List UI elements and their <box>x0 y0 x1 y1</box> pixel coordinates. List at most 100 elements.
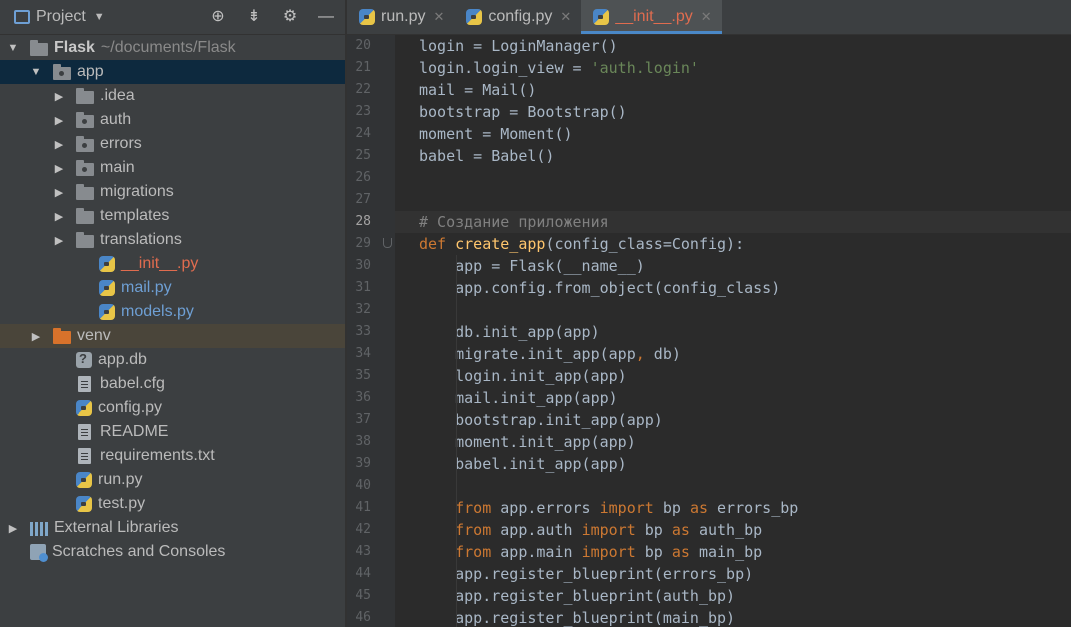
python-file-icon <box>99 280 115 296</box>
collapsed-arrow-icon[interactable]: ▶ <box>52 210 66 223</box>
collapsed-arrow-icon[interactable]: ▶ <box>52 114 66 127</box>
tree-item[interactable]: ▶ migrations <box>0 180 345 204</box>
code-editor[interactable]: 20 login = LoginManager() 21 login.login_vi… <box>347 35 1071 627</box>
code-line[interactable]: 22 mail = Mail() <box>355 79 1071 101</box>
code-line[interactable]: 45 app.register_blueprint(auth_bp) <box>355 585 1071 607</box>
folder-icon <box>76 184 94 200</box>
code-text: moment.init_app(app) <box>419 431 636 453</box>
editor-tab[interactable]: __init__.py ✕ <box>581 0 722 34</box>
code-line[interactable]: 21 login.login_view = 'auth.login' <box>355 57 1071 79</box>
code-line[interactable]: 27 <box>355 189 1071 211</box>
tree-item[interactable]: ▶ auth <box>0 108 345 132</box>
close-icon[interactable]: ✕ <box>560 9 571 25</box>
fold-marker-icon[interactable] <box>383 238 392 248</box>
code-token: db) <box>644 345 681 363</box>
tree-item[interactable]: ▶ translations <box>0 228 345 252</box>
collapsed-arrow-icon[interactable]: ▶ <box>52 138 66 151</box>
expanded-arrow-icon[interactable]: ▼ <box>6 42 20 54</box>
tree-item[interactable]: mail.py <box>0 276 345 300</box>
tree-item[interactable]: Scratches and Consoles <box>0 540 345 564</box>
expanded-arrow-icon[interactable]: ▼ <box>29 66 43 78</box>
text-file-icon <box>78 424 91 440</box>
code-line[interactable]: 44 app.register_blueprint(errors_bp) <box>355 563 1071 585</box>
collapsed-arrow-icon[interactable]: ▶ <box>52 234 66 247</box>
code-line[interactable]: 23 bootstrap = Bootstrap() <box>355 101 1071 123</box>
tree-item[interactable]: ▶ .idea <box>0 84 345 108</box>
code-line[interactable]: 29 def create_app(config_class=Config): <box>355 233 1071 255</box>
code-line[interactable]: 24 moment = Moment() <box>355 123 1071 145</box>
tree-item[interactable]: config.py <box>0 396 345 420</box>
tree-item[interactable]: ▼ Flask ~/documents/Flask <box>0 36 345 60</box>
tree-item[interactable]: ▶ main <box>0 156 345 180</box>
code-line[interactable]: 26 <box>355 167 1071 189</box>
tree-item[interactable]: app.db <box>0 348 345 372</box>
tree-item[interactable]: README <box>0 420 345 444</box>
tree-item[interactable]: ▶ venv <box>0 324 345 348</box>
project-toolbar: ⊕ ⇟ ⚙ — <box>209 0 335 34</box>
collapsed-arrow-icon[interactable]: ▶ <box>52 162 66 175</box>
tree-item-label: main <box>100 159 135 176</box>
tree-item[interactable]: babel.cfg <box>0 372 345 396</box>
code-line[interactable]: 42 from app.auth import bp as auth_bp <box>355 519 1071 541</box>
code-line[interactable]: 38 moment.init_app(app) <box>355 431 1071 453</box>
code-token: app = Flask(__name__) <box>419 257 645 275</box>
tree-item-label: __init__.py <box>121 255 199 272</box>
tree-item[interactable]: ▶ templates <box>0 204 345 228</box>
tree-item[interactable]: run.py <box>0 468 345 492</box>
chevron-down-icon[interactable]: ▼ <box>94 11 105 23</box>
code-token: app.register_blueprint(main_bp) <box>419 609 736 627</box>
close-icon[interactable]: ✕ <box>433 9 444 25</box>
code-token: login = LoginManager() <box>419 37 618 55</box>
python-file-icon <box>76 496 92 512</box>
line-number: 25 <box>355 148 371 163</box>
ide-window: Project ▼ ⊕ ⇟ ⚙ — ▼ Flask ~/documents/Flas… <box>0 0 1071 627</box>
code-line[interactable]: 30 app = Flask(__name__) <box>355 255 1071 277</box>
code-token: app.main <box>500 543 582 561</box>
minimize-icon[interactable]: — <box>317 8 335 26</box>
tree-item[interactable]: ▼ app <box>0 60 345 84</box>
tree-item[interactable]: ▶ External Libraries <box>0 516 345 540</box>
tree-item[interactable]: __init__.py <box>0 252 345 276</box>
code-line[interactable]: 36 mail.init_app(app) <box>355 387 1071 409</box>
project-view-title[interactable]: Project <box>36 8 86 26</box>
code-token: import <box>581 521 645 539</box>
tree-item[interactable]: test.py <box>0 492 345 516</box>
tree-item[interactable]: requirements.txt <box>0 444 345 468</box>
code-line[interactable]: 20 login = LoginManager() <box>355 35 1071 57</box>
code-line[interactable]: 33 db.init_app(app) <box>355 321 1071 343</box>
close-icon[interactable]: ✕ <box>701 9 712 25</box>
code-line[interactable]: 31 app.config.from_object(config_class) <box>355 277 1071 299</box>
tree-item-label: errors <box>100 135 142 152</box>
package-folder-icon <box>76 160 94 176</box>
project-panel-header: Project ▼ ⊕ ⇟ ⚙ — <box>0 0 345 35</box>
editor-tab[interactable]: run.py ✕ <box>347 0 454 34</box>
code-line[interactable]: 41 from app.errors import bp as errors_b… <box>355 497 1071 519</box>
line-number: 21 <box>355 60 371 75</box>
code-line[interactable]: 43 from app.main import bp as main_bp <box>355 541 1071 563</box>
code-line[interactable]: 32 <box>355 299 1071 321</box>
code-area[interactable]: 20 login = LoginManager() 21 login.login_vi… <box>355 35 1071 627</box>
code-line[interactable]: 28 # Создание приложения <box>355 211 1071 233</box>
collapse-icon[interactable]: ⇟ <box>245 8 263 26</box>
tree-item[interactable]: models.py <box>0 300 345 324</box>
collapsed-arrow-icon[interactable]: ▶ <box>29 330 43 343</box>
code-line[interactable]: 39 babel.init_app(app) <box>355 453 1071 475</box>
tree-item-label: migrations <box>100 183 174 200</box>
tree-item[interactable]: ▶ errors <box>0 132 345 156</box>
code-line[interactable]: 37 bootstrap.init_app(app) <box>355 409 1071 431</box>
code-line[interactable]: 35 login.init_app(app) <box>355 365 1071 387</box>
code-line[interactable]: 25 babel = Babel() <box>355 145 1071 167</box>
line-number: 44 <box>355 566 371 581</box>
code-line[interactable]: 40 <box>355 475 1071 497</box>
collapsed-arrow-icon[interactable]: ▶ <box>52 90 66 103</box>
gear-icon[interactable]: ⚙ <box>281 8 299 26</box>
code-token: # Создание приложения <box>419 213 609 231</box>
crosshair-icon[interactable]: ⊕ <box>209 8 227 26</box>
code-line[interactable]: 46 app.register_blueprint(main_bp) <box>355 607 1071 627</box>
collapsed-arrow-icon[interactable]: ▶ <box>52 186 66 199</box>
code-token: as <box>689 499 718 517</box>
collapsed-arrow-icon[interactable]: ▶ <box>6 522 20 535</box>
editor-tab[interactable]: config.py ✕ <box>454 0 581 34</box>
code-line[interactable]: 34 migrate.init_app(app, db) <box>355 343 1071 365</box>
code-token: bp <box>644 543 672 561</box>
